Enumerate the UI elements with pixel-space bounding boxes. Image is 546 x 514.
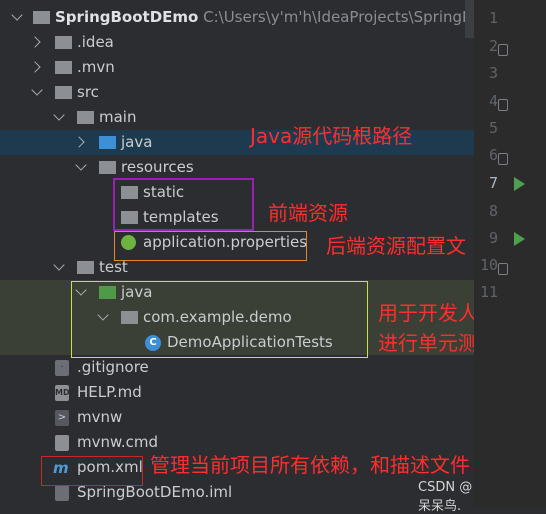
tree-label-main: main (99, 108, 137, 126)
tree-label-src: src (77, 83, 99, 101)
watermark: CSDN @呆呆鸟. (418, 480, 473, 514)
line-number: 5 (488, 119, 498, 137)
tree-label-idea: .idea (77, 33, 114, 51)
line-number: 10 (479, 256, 498, 274)
chevron-right-icon[interactable] (73, 136, 85, 148)
backend-highlight-box (114, 231, 307, 261)
run-icon[interactable] (514, 232, 525, 246)
chevron-down-icon[interactable] (53, 109, 65, 121)
tree-row-resources[interactable]: resources (0, 155, 474, 180)
folder-icon (55, 86, 72, 99)
tree-row-idea[interactable]: .idea (0, 30, 474, 55)
annotation-backend: 后端资源配置文 (326, 234, 466, 258)
tree-row-gitignore[interactable]: · .gitignore (0, 355, 474, 380)
fold-marker-icon[interactable] (498, 153, 508, 165)
test-highlight-box (71, 281, 368, 358)
module-file-icon (55, 485, 69, 501)
run-icon[interactable] (514, 177, 525, 191)
tree-label-mvn: .mvn (77, 58, 115, 76)
project-folder-icon (33, 11, 50, 24)
tree-label-help: HELP.md (77, 383, 142, 401)
tree-row-src[interactable]: src (0, 80, 474, 105)
chevron-right-icon[interactable] (29, 36, 41, 48)
line-number: 1 (488, 9, 498, 27)
project-tree-panel: SpringBootDEmo C:\Users\y'm'h\IdeaProjec… (0, 0, 498, 514)
fold-marker-icon[interactable] (498, 263, 508, 275)
line-number: 6 (488, 146, 498, 164)
project-path: C:\Users\y'm'h\IdeaProjects\SpringBoo (203, 8, 491, 26)
annotation-frontend: 前端资源 (268, 201, 348, 225)
folder-icon (55, 36, 72, 49)
chevron-down-icon[interactable] (53, 259, 65, 271)
tree-label-mvnw: mvnw (77, 408, 123, 426)
editor-gutter: 1 2 3 4 5 6 7 8 9 10 11 (474, 0, 546, 507)
editor-tab-edge (465, 0, 474, 38)
frontend-highlight-box (113, 178, 254, 231)
folder-icon (77, 261, 94, 274)
line-number: 3 (488, 64, 498, 82)
line-number: 9 (488, 229, 498, 247)
fold-marker-icon[interactable] (498, 99, 508, 111)
tree-label-mvnw-cmd: mvnw.cmd (77, 433, 159, 451)
fold-marker-icon[interactable] (498, 44, 508, 56)
folder-icon (55, 61, 72, 74)
tree-row-mvn[interactable]: .mvn (0, 55, 474, 80)
tree-label-resources: resources (121, 158, 194, 176)
script-file-icon: > (55, 410, 69, 426)
line-number: 7 (488, 174, 498, 192)
folder-icon (77, 111, 94, 124)
chevron-down-icon[interactable] (75, 159, 87, 171)
tree-row-help[interactable]: MD HELP.md (0, 380, 474, 405)
project-name: SpringBootDEmo (55, 8, 199, 26)
chevron-down-icon[interactable] (31, 84, 43, 96)
tree-label-main-java: java (121, 133, 153, 151)
markdown-file-icon: MD (55, 385, 70, 401)
tree-label-gitignore: .gitignore (77, 358, 149, 376)
pom-highlight-box (41, 456, 143, 486)
line-number: 2 (488, 37, 498, 55)
annotation-pom: 管理当前项目所有依赖，和描述文件 (150, 453, 470, 477)
text-file-icon (55, 435, 69, 451)
chevron-down-icon[interactable] (11, 9, 23, 21)
annotation-java-root: Java源代码根路径 (250, 124, 413, 148)
tree-row-mvnw[interactable]: > mvnw (0, 405, 474, 430)
gitignore-file-icon: · (55, 360, 69, 376)
resources-folder-icon (99, 161, 116, 174)
source-folder-icon (99, 136, 116, 149)
chevron-right-icon[interactable] (29, 61, 41, 73)
line-number: 11 (479, 283, 498, 301)
tree-row-project[interactable]: SpringBootDEmo C:\Users\y'm'h\IdeaProjec… (0, 5, 491, 30)
line-number: 8 (488, 202, 498, 220)
line-number: 4 (488, 92, 498, 110)
